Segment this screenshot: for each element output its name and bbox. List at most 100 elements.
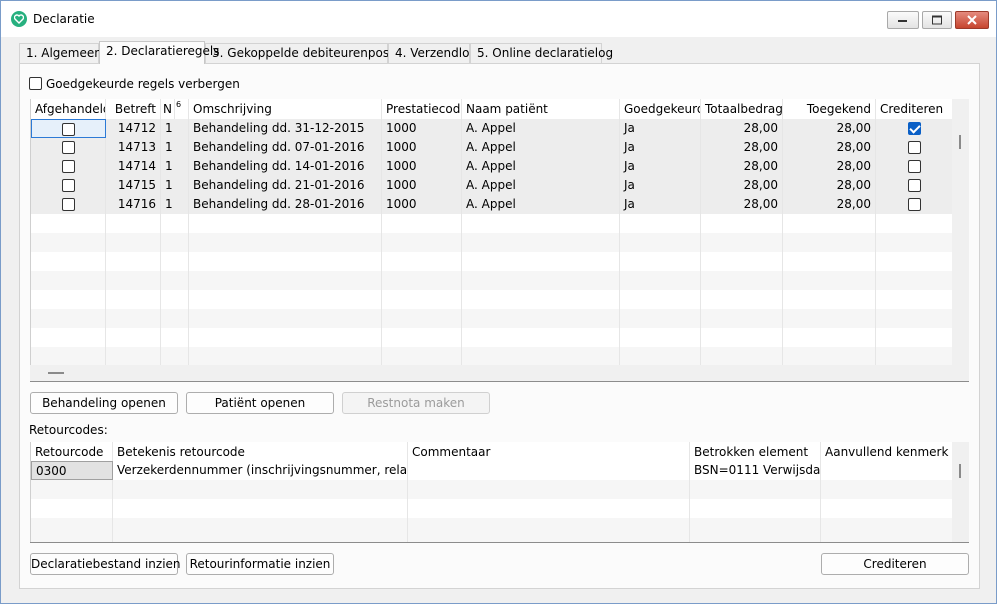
crediteren-cell[interactable]	[876, 176, 953, 195]
betreft-cell: 14713	[106, 138, 161, 157]
empty-row	[31, 499, 953, 518]
retourinformatie-inzien-button[interactable]: Retourinformatie inzien	[186, 553, 334, 575]
goedgekeurd-cell: Ja	[620, 176, 701, 195]
patient-cell: A. Appel	[462, 119, 620, 138]
tab-algemeen[interactable]: 1. Algemeen	[19, 43, 102, 63]
col-goedgekeurd[interactable]: Goedgekeurd	[620, 99, 701, 119]
col-prestatiecode[interactable]: Prestatiecode	[382, 99, 462, 119]
crediteren-cell[interactable]	[876, 157, 953, 176]
omschrijving-cell: Behandeling dd. 21-01-2016	[189, 176, 382, 195]
retourcodes-vertical-scrollbar[interactable]	[952, 442, 969, 542]
n-cell: 1	[161, 157, 189, 176]
col-commentaar[interactable]: Commentaar	[408, 442, 690, 462]
scrollbar-thumb[interactable]	[959, 464, 961, 478]
col-naam-patient[interactable]: Naam patiënt	[462, 99, 620, 119]
aanvullend-kenmerk-cell	[821, 461, 953, 480]
scrollbar-thumb[interactable]	[959, 135, 961, 149]
totaalbedrag-cell: 28,00	[701, 138, 783, 157]
prestatiecode-cell: 1000	[382, 138, 462, 157]
table-row[interactable]: 14714 1 Behandeling dd. 14-01-2016 1000 …	[31, 157, 953, 176]
afgehandeld-cell[interactable]	[31, 119, 106, 138]
afgehandeld-cell[interactable]	[31, 138, 106, 157]
checkbox-box[interactable]	[29, 77, 42, 90]
omschrijving-cell: Behandeling dd. 14-01-2016	[189, 157, 382, 176]
lines-vertical-scrollbar[interactable]	[952, 99, 969, 365]
crediteren-checkbox[interactable]	[907, 179, 921, 192]
crediteren-checkbox[interactable]	[907, 122, 921, 135]
tab-verzendlog[interactable]: 4. Verzendlog	[388, 43, 477, 63]
n-cell: 1	[161, 138, 189, 157]
crediteren-cell[interactable]	[876, 138, 953, 157]
afgehandeld-checkbox[interactable]	[62, 123, 75, 136]
retourcodes-label: Retourcodes:	[29, 423, 108, 437]
retourcodes-bottom-border	[30, 542, 969, 543]
goedgekeurd-cell: Ja	[620, 138, 701, 157]
goedgekeurd-cell: Ja	[620, 157, 701, 176]
crediteren-cell[interactable]	[876, 119, 953, 138]
prestatiecode-cell: 1000	[382, 195, 462, 214]
tab-declaratieregels[interactable]: 2. Declaratieregels	[99, 41, 220, 64]
close-button[interactable]	[955, 11, 989, 29]
minimize-button[interactable]	[887, 11, 919, 29]
retourcodes-grid: Retourcode Betekenis retourcode Commenta…	[30, 442, 953, 542]
afgehandeld-cell[interactable]	[31, 157, 106, 176]
scrollbar-thumb[interactable]	[48, 372, 64, 374]
toegekend-cell: 28,00	[783, 176, 876, 195]
betreft-cell: 14714	[106, 157, 161, 176]
n-cell: 1	[161, 119, 189, 138]
col-omschrijving[interactable]: Omschrijving	[189, 99, 382, 119]
declaration-lines-grid: Afgehandeld Betreft N 6 Omschrijving Pre…	[30, 99, 953, 366]
col-crediteren[interactable]: Crediteren	[876, 99, 953, 119]
hide-approved-label: Goedgekeurde regels verbergen	[46, 77, 240, 91]
tab-online-declaratielog[interactable]: 5. Online declaratielog	[470, 43, 613, 63]
prestatiecode-cell: 1000	[382, 119, 462, 138]
col-afgehandeld[interactable]: Afgehandeld	[31, 99, 106, 119]
col-betreft[interactable]: Betreft	[106, 99, 161, 119]
prestatiecode-cell: 1000	[382, 157, 462, 176]
empty-row	[31, 480, 953, 499]
omschrijving-cell: Behandeling dd. 28-01-2016	[189, 195, 382, 214]
lines-horizontal-scrollbar[interactable]	[30, 365, 969, 381]
goedgekeurd-cell: Ja	[620, 119, 701, 138]
afgehandeld-checkbox[interactable]	[61, 160, 75, 173]
crediteren-button[interactable]: Crediteren	[821, 553, 969, 575]
col-retourcode[interactable]: Retourcode	[31, 442, 113, 462]
patient-openen-button[interactable]: Patiënt openen	[186, 392, 334, 414]
betreft-cell: 14716	[106, 195, 161, 214]
empty-row	[31, 290, 953, 309]
table-row[interactable]: 14712 1 Behandeling dd. 31-12-2015 1000 …	[31, 119, 953, 138]
betreft-cell: 14712	[106, 119, 161, 138]
col-n-sort-icon[interactable]: 6	[175, 99, 189, 119]
crediteren-checkbox[interactable]	[907, 160, 921, 173]
afgehandeld-checkbox[interactable]	[61, 198, 75, 211]
col-betekenis-retourcode[interactable]: Betekenis retourcode	[113, 442, 408, 462]
afgehandeld-cell[interactable]	[31, 195, 106, 214]
col-toegekend[interactable]: Toegekend	[783, 99, 876, 119]
behandeling-openen-button[interactable]: Behandeling openen	[30, 392, 178, 414]
maximize-button[interactable]	[922, 11, 952, 29]
afgehandeld-checkbox[interactable]	[61, 141, 75, 154]
afgehandeld-checkbox[interactable]	[61, 179, 75, 192]
col-totaalbedrag[interactable]: Totaalbedrag	[701, 99, 783, 119]
col-n[interactable]: N	[161, 99, 175, 119]
omschrijving-cell: Behandeling dd. 07-01-2016	[189, 138, 382, 157]
restnota-maken-button[interactable]: Restnota maken	[342, 392, 490, 414]
table-row[interactable]: 14716 1 Behandeling dd. 28-01-2016 1000 …	[31, 195, 953, 214]
patient-cell: A. Appel	[462, 176, 620, 195]
table-row[interactable]: 0300 Verzekerdennummer (inschrijvingsnum…	[31, 461, 953, 480]
declaratiebestand-inzien-button[interactable]: Declaratiebestand inzien	[30, 553, 181, 575]
col-aanvullend-kenmerk[interactable]: Aanvullend kenmerk	[821, 442, 953, 462]
table-row[interactable]: 14713 1 Behandeling dd. 07-01-2016 1000 …	[31, 138, 953, 157]
empty-row	[31, 252, 953, 271]
table-row[interactable]: 14715 1 Behandeling dd. 21-01-2016 1000 …	[31, 176, 953, 195]
tab-gekoppelde-debiteurenposten[interactable]: 3. Gekoppelde debiteurenposten	[205, 43, 409, 63]
totaalbedrag-cell: 28,00	[701, 176, 783, 195]
empty-row	[31, 233, 953, 252]
crediteren-checkbox[interactable]	[907, 141, 921, 154]
col-betrokken-element[interactable]: Betrokken element	[690, 442, 821, 462]
crediteren-cell[interactable]	[876, 195, 953, 214]
betreft-cell: 14715	[106, 176, 161, 195]
afgehandeld-cell[interactable]	[31, 176, 106, 195]
n-cell: 1	[161, 176, 189, 195]
crediteren-checkbox[interactable]	[907, 198, 921, 211]
